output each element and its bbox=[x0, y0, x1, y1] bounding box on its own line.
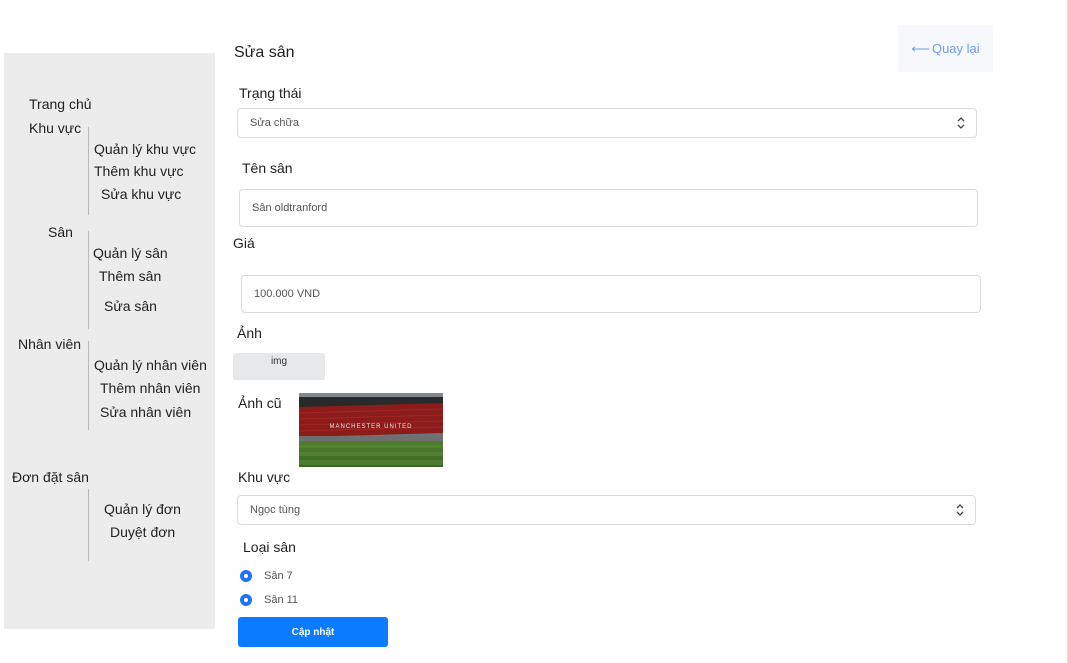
back-button-label: Quay lại bbox=[931, 41, 980, 56]
sidebar-group-area[interactable]: Khu vực bbox=[29, 120, 81, 136]
field-type-label: Loại sân bbox=[243, 539, 296, 555]
radio-san-11[interactable] bbox=[240, 594, 252, 606]
stadium-seat-lettering: MANCHESTER UNITED bbox=[329, 424, 412, 430]
area-select-value: Ngọc tùng bbox=[250, 504, 301, 516]
area-label: Khu vực bbox=[238, 469, 291, 485]
update-button[interactable]: Cập nhật bbox=[238, 617, 388, 647]
image-label: Ảnh bbox=[237, 325, 262, 341]
chevron-up-down-icon bbox=[956, 504, 964, 516]
sidebar-field-divider bbox=[88, 231, 89, 329]
field-name-label: Tên sân bbox=[242, 160, 293, 176]
field-name-value: Sân oldtranford bbox=[252, 202, 328, 214]
sidebar-staff-divider bbox=[88, 341, 89, 430]
sidebar-item-add-area[interactable]: Thêm khu vực bbox=[94, 163, 184, 179]
old-image-label: Ảnh cũ bbox=[238, 395, 282, 411]
sidebar-group-staff[interactable]: Nhân viên bbox=[18, 336, 81, 352]
sidebar-item-add-staff[interactable]: Thêm nhân viên bbox=[100, 380, 200, 396]
sidebar-item-add-field[interactable]: Thêm sân bbox=[99, 268, 161, 284]
sidebar-group-booking[interactable]: Đơn đặt sân bbox=[12, 469, 89, 485]
chevron-up-down-icon bbox=[957, 117, 965, 129]
sidebar-item-manage-field[interactable]: Quản lý sân bbox=[93, 245, 168, 261]
field-name-input[interactable]: Sân oldtranford bbox=[239, 189, 978, 227]
sidebar-item-home[interactable]: Trang chủ bbox=[29, 96, 92, 112]
sidebar-item-manage-area[interactable]: Quản lý khu vực bbox=[94, 141, 196, 157]
sidebar-area-divider bbox=[88, 127, 89, 215]
sidebar-item-edit-staff[interactable]: Sửa nhân viên bbox=[100, 404, 191, 420]
sidebar-item-manage-staff[interactable]: Quản lý nhân viên bbox=[94, 357, 207, 373]
back-button[interactable]: ⟵ Quay lại bbox=[898, 25, 993, 72]
status-select[interactable]: Sửa chữa bbox=[237, 108, 977, 138]
status-select-value: Sửa chữa bbox=[250, 117, 299, 129]
stadium-image: MANCHESTER UNITED bbox=[299, 393, 443, 467]
area-select[interactable]: Ngọc tùng bbox=[237, 495, 976, 525]
price-label: Giá bbox=[233, 235, 255, 251]
page-title: Sửa sân bbox=[234, 44, 295, 61]
sidebar-item-manage-booking[interactable]: Quản lý đơn bbox=[104, 501, 181, 517]
price-input[interactable]: 100.000 VND bbox=[241, 275, 981, 313]
old-stadium-photo: MANCHESTER UNITED bbox=[299, 393, 443, 467]
radio-san-7-label: Sân 7 bbox=[264, 570, 293, 582]
sidebar-item-edit-field[interactable]: Sửa sân bbox=[104, 298, 157, 314]
sidebar-group-field[interactable]: Sân bbox=[48, 224, 73, 240]
price-value: 100.000 VND bbox=[254, 288, 321, 300]
image-upload-button[interactable]: img bbox=[233, 353, 325, 380]
sidebar-item-approve-booking[interactable]: Duyệt đơn bbox=[110, 524, 175, 540]
sidebar: Trang chủ Khu vực Quản lý khu vực Thêm k… bbox=[4, 53, 215, 629]
radio-san-11-label: Sân 11 bbox=[264, 594, 299, 606]
sidebar-item-edit-area[interactable]: Sửa khu vực bbox=[101, 186, 181, 202]
status-label: Trạng thái bbox=[239, 85, 302, 101]
sidebar-booking-divider bbox=[88, 489, 89, 561]
arrow-left-icon: ⟵ bbox=[911, 40, 930, 56]
radio-san-7[interactable] bbox=[240, 570, 252, 582]
